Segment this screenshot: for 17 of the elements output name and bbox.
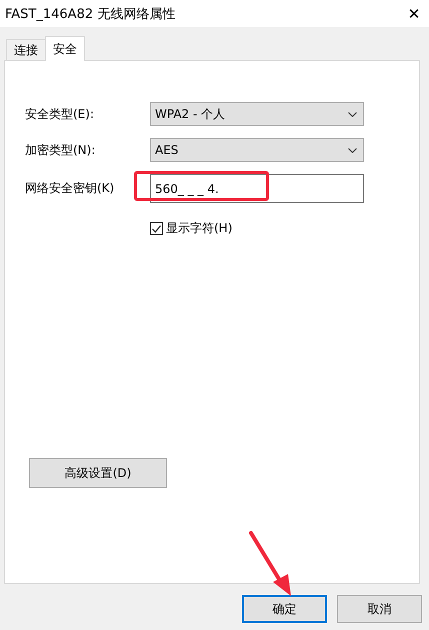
tab[interactable]: 安全 xyxy=(45,36,85,61)
chevron-down-icon xyxy=(348,148,357,152)
input-field[interactable]: 560_ _ _ 4. xyxy=(150,174,364,203)
dialog-button[interactable]: 确定 xyxy=(242,595,327,623)
dropdown[interactable]: AES xyxy=(150,138,364,162)
checkbox-label: 显示字符(H) xyxy=(166,220,232,237)
checkbox[interactable] xyxy=(150,222,163,235)
tab[interactable]: 连接 xyxy=(6,39,46,60)
dialog-button[interactable]: 取消 xyxy=(337,595,422,623)
chevron-down-icon xyxy=(348,112,357,116)
window-title: FAST_146A82 无线网络属性 xyxy=(5,6,176,22)
field-label: 安全类型(E): xyxy=(25,106,95,122)
close-button[interactable]: ✕ xyxy=(405,4,423,22)
field-label: 加密类型(N): xyxy=(25,142,96,158)
advanced-settings-button[interactable]: 高级设置(D) xyxy=(29,458,167,488)
dropdown[interactable]: WPA2 - 个人 xyxy=(150,102,364,126)
field-label: 网络安全密钥(K) xyxy=(25,180,116,197)
